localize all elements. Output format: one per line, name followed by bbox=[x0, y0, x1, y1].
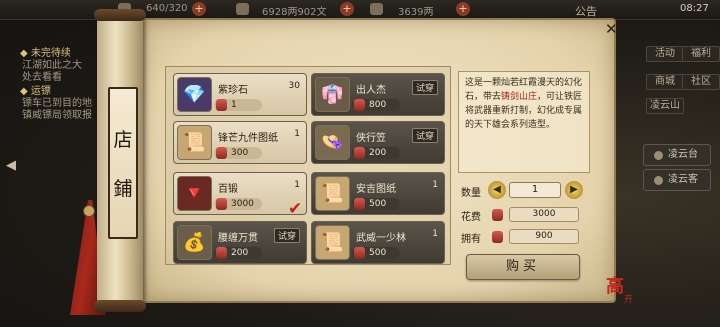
item-name: 腰缠万贯 bbox=[218, 233, 258, 244]
shop-item[interactable]: 📜 武威一少林 1 500 bbox=[311, 221, 445, 264]
tab-label: 凌云客 bbox=[668, 174, 698, 185]
tassel-knot bbox=[83, 205, 95, 217]
item-qty: 1 bbox=[432, 180, 438, 190]
gold-icon bbox=[370, 3, 383, 15]
shop-item[interactable]: 💰 腰缠万贯 试穿 200 bbox=[173, 221, 307, 264]
tab-icon bbox=[654, 151, 663, 160]
ruby-icon bbox=[216, 198, 227, 210]
item-cost: 500 bbox=[369, 248, 387, 258]
try-on-badge[interactable]: 试穿 bbox=[411, 128, 438, 143]
silver-value: 6928两902文 bbox=[262, 7, 327, 18]
location-label: 凌云山 bbox=[646, 98, 684, 114]
shop-title-plate: 店 鋪 bbox=[108, 87, 138, 239]
item-name: 出人杰 bbox=[356, 85, 386, 96]
ruby-icon bbox=[216, 147, 227, 159]
item-name: 百锻 bbox=[218, 184, 238, 195]
quantity-label: 数量 bbox=[461, 188, 481, 199]
ruby-icon bbox=[354, 247, 365, 259]
shop-title-char: 鋪 bbox=[113, 178, 133, 200]
item-cost: 800 bbox=[369, 100, 387, 110]
shop-item[interactable]: 📜 安吉图纸 1 500 bbox=[311, 172, 445, 215]
tab-lingyuntai[interactable]: 凌云台 bbox=[643, 144, 711, 166]
stamina-value: 640/320 bbox=[146, 3, 188, 14]
item-name: 锋芒九件图纸 bbox=[218, 133, 278, 144]
item-qty: 1 bbox=[294, 180, 300, 190]
try-on-badge[interactable]: 试穿 bbox=[411, 80, 438, 95]
activity-button[interactable]: 活动 bbox=[646, 46, 684, 62]
item-name: 安吉图纸 bbox=[356, 184, 396, 195]
item-qty: 1 bbox=[432, 229, 438, 239]
item-cost: 200 bbox=[231, 248, 249, 258]
scroll-icon: 📜 bbox=[315, 176, 350, 211]
mall-button[interactable]: 商城 bbox=[646, 74, 684, 90]
community-button[interactable]: 社区 bbox=[682, 74, 720, 90]
collapse-arrow-icon[interactable]: ◀ bbox=[6, 158, 16, 173]
costume-icon: 👘 bbox=[315, 77, 350, 112]
ruby-icon bbox=[492, 209, 503, 221]
item-name: 武威一少林 bbox=[356, 233, 406, 244]
item-cost: 1 bbox=[231, 100, 237, 110]
item-name: 侠行笠 bbox=[356, 133, 386, 144]
pouch-icon: 💰 bbox=[177, 225, 212, 260]
announcement-button[interactable]: 公告 bbox=[575, 3, 597, 19]
shop-item[interactable]: 👒 侠行笠 试穿 200 bbox=[311, 121, 445, 164]
tab-label: 凌云台 bbox=[668, 149, 698, 160]
shop-item[interactable]: 💎 紫珍石 30 1 bbox=[173, 73, 307, 116]
ruby-icon bbox=[354, 198, 365, 210]
ruby-icon bbox=[492, 231, 503, 243]
shop-item-selected[interactable]: 🔻 百锻 1 3000 bbox=[173, 172, 307, 215]
welfare-button[interactable]: 福利 bbox=[682, 46, 720, 62]
item-cost: 300 bbox=[231, 148, 249, 158]
tab-icon bbox=[654, 176, 663, 185]
owned-amount: 900 bbox=[509, 229, 579, 244]
tab-lingyunke[interactable]: 凌云客 bbox=[643, 169, 711, 191]
total-cost: 3000 bbox=[509, 207, 579, 222]
try-on-badge[interactable]: 试穿 bbox=[273, 228, 300, 243]
add-stamina-button[interactable]: + bbox=[192, 2, 206, 16]
increase-arrow-icon[interactable]: ▶ bbox=[565, 181, 583, 199]
ruby-icon bbox=[354, 99, 365, 111]
silver-icon bbox=[236, 3, 249, 15]
item-qty: 1 bbox=[294, 129, 300, 139]
desc-highlight: 铸剑山庄 bbox=[501, 92, 538, 102]
logo-seal-sub: 开 bbox=[624, 295, 634, 305]
ore-icon: 🔻 bbox=[177, 176, 212, 211]
close-icon[interactable]: ✕ bbox=[605, 20, 618, 38]
decrease-arrow-icon[interactable]: ◀ bbox=[488, 181, 506, 199]
logo-seal: 高 bbox=[606, 276, 624, 297]
selected-check-icon: ✔ bbox=[288, 199, 303, 219]
item-cost: 200 bbox=[369, 148, 387, 158]
owned-label: 拥有 bbox=[461, 234, 481, 245]
item-cost: 3000 bbox=[231, 199, 254, 209]
ruby-icon bbox=[216, 247, 227, 259]
item-description: 这是一颗灿若红霞漫天的幻化石，带去铸剑山庄，可让铁匠将武器重新打制，幻化成专属的… bbox=[458, 71, 590, 173]
roller-cap bbox=[94, 9, 146, 21]
hat-icon: 👒 bbox=[315, 125, 350, 160]
ruby-icon bbox=[354, 147, 365, 159]
gold-value: 3639两 bbox=[398, 7, 434, 18]
ruby-icon bbox=[216, 99, 227, 111]
item-name: 紫珍石 bbox=[218, 85, 248, 96]
add-silver-button[interactable]: + bbox=[340, 2, 354, 16]
scroll-icon: 📜 bbox=[177, 125, 212, 160]
item-cost: 500 bbox=[369, 199, 387, 209]
scroll-icon: 📜 bbox=[315, 225, 350, 260]
item-qty: 30 bbox=[288, 81, 300, 91]
gem-icon: 💎 bbox=[177, 77, 212, 112]
add-gold-button[interactable]: + bbox=[456, 2, 470, 16]
shop-item[interactable]: 👘 出人杰 试穿 800 bbox=[311, 73, 445, 116]
roller-cap bbox=[94, 300, 146, 312]
shop-item[interactable]: 📜 锋芒九件图纸 1 300 bbox=[173, 121, 307, 164]
shop-title-char: 店 bbox=[113, 129, 133, 151]
clock: 08:27 bbox=[680, 3, 709, 14]
buy-button[interactable]: 购买 bbox=[466, 254, 580, 280]
quantity-input[interactable]: 1 bbox=[509, 182, 561, 198]
cost-label: 花费 bbox=[461, 212, 481, 223]
